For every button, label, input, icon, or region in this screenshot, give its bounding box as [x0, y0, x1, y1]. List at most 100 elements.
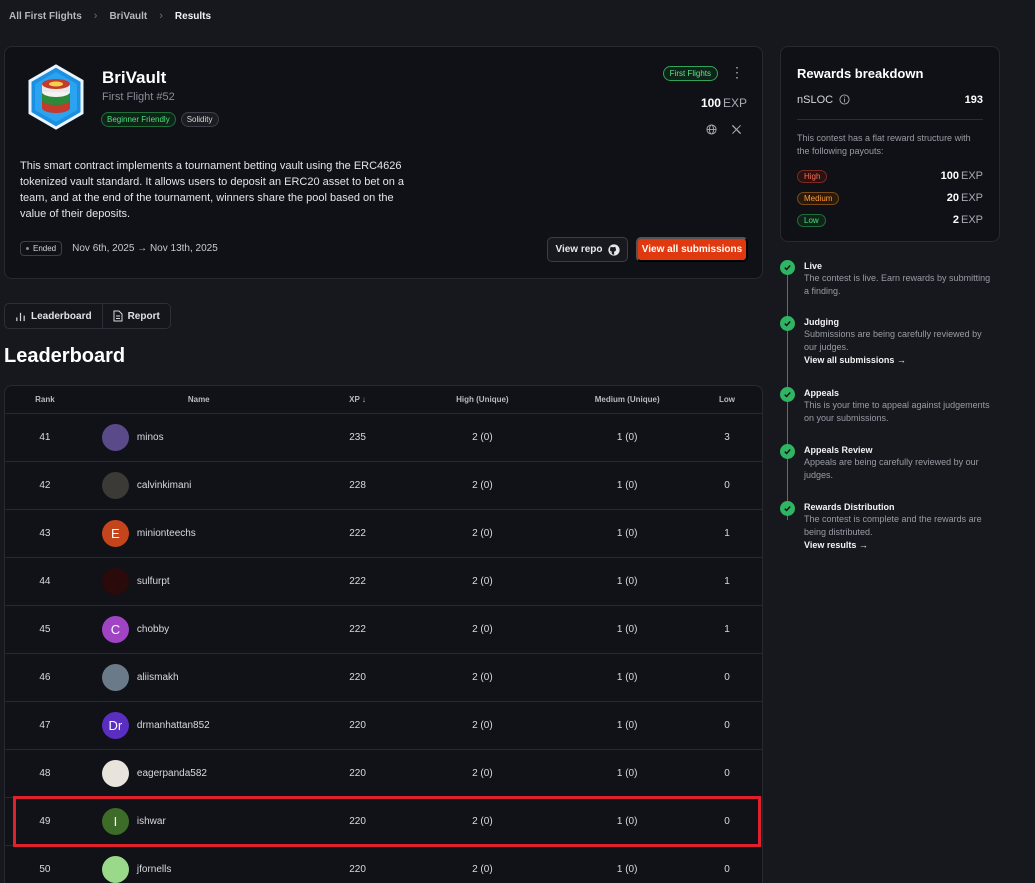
avatar[interactable]	[101, 568, 129, 595]
medium-cell: 1 (0)	[616, 864, 638, 875]
col-low[interactable]: Low	[692, 395, 762, 404]
avatar[interactable]: Dr	[101, 712, 129, 739]
view-results-link[interactable]: View results →	[804, 540, 996, 550]
medium-cell: 1 (0)	[616, 528, 638, 539]
avatar[interactable]: I	[101, 808, 129, 835]
contest-status: Ended Nov 6th, 2025 → Nov 13th, 2025	[20, 241, 218, 256]
payouts-list: High 100 EXP Medium 20 EXP Low 2 EXP	[797, 165, 983, 231]
rewards-text: This contest has a flat reward structure…	[797, 133, 971, 156]
name-cell: jfornells	[85, 856, 313, 883]
xp-cell: 235	[349, 432, 366, 443]
username-link[interactable]: eagerpanda582	[137, 768, 207, 779]
col-rank[interactable]: Rank	[5, 395, 85, 404]
payout-high-value: 100	[940, 170, 959, 182]
tab-report[interactable]: Report	[101, 304, 170, 328]
avatar[interactable]	[101, 760, 129, 787]
low-cell: 0	[724, 720, 730, 731]
tag-solidity: Solidity	[180, 112, 219, 127]
username-link[interactable]: calvinkimani	[137, 480, 191, 491]
rank-cell: 50	[39, 864, 51, 875]
xp-cell: 220	[349, 816, 366, 827]
avatar[interactable]	[101, 856, 129, 883]
medium-cell: 1 (0)	[616, 624, 638, 635]
step-title: Judging	[804, 317, 839, 327]
leaderboard-heading: Leaderboard	[4, 345, 126, 367]
low-cell: 0	[724, 480, 730, 491]
name-cell: calvinkimani	[85, 472, 313, 499]
check-icon	[780, 316, 795, 331]
breadcrumb-brivault[interactable]: BriVault	[109, 11, 147, 22]
payout-low: Low 2 EXP	[797, 209, 983, 231]
breadcrumb: All First Flights › BriVault › Results	[9, 10, 211, 22]
nsloc-label: nSLOC	[797, 94, 834, 106]
high-cell: 2 (0)	[472, 528, 493, 539]
high-cell: 2 (0)	[472, 720, 493, 731]
document-icon	[113, 310, 123, 322]
more-options-icon[interactable]: ⋮	[730, 65, 744, 80]
tab-report-label: Report	[127, 310, 160, 322]
name-cell: Iishwar	[85, 808, 313, 835]
low-cell: 0	[724, 672, 730, 683]
avatar[interactable]	[101, 664, 129, 691]
col-high[interactable]: High (Unique)	[402, 395, 562, 404]
contest-card: BriVault First Flight #52 Beginner Frien…	[4, 46, 763, 279]
high-cell: 2 (0)	[472, 864, 493, 875]
low-cell: 1	[724, 528, 730, 539]
table-row[interactable]: 43 Eminionteechs 222 2 (0) 1 (0) 1	[5, 510, 762, 558]
exp-value: 100	[700, 96, 721, 110]
username-link[interactable]: chobby	[137, 624, 169, 635]
table-row[interactable]: 45 Cchobby 222 2 (0) 1 (0) 1	[5, 606, 762, 654]
view-all-submissions-button[interactable]: View all submissions	[636, 237, 748, 262]
table-row[interactable]: 42 calvinkimani 228 2 (0) 1 (0) 0	[5, 462, 762, 510]
nsloc-label-group: nSLOC	[797, 94, 850, 106]
medium-cell: 1 (0)	[616, 720, 638, 731]
rank-cell: 49	[39, 816, 51, 827]
username-link[interactable]: ishwar	[137, 816, 166, 827]
xp-cell: 220	[349, 768, 366, 779]
table-row[interactable]: 47 Dr drmanhattan852 220 2 (0) 1 (0) 0	[5, 702, 762, 750]
info-icon[interactable]	[839, 94, 850, 105]
col-xp[interactable]: XP ↓	[313, 395, 403, 404]
payout-high-unit: EXP	[960, 170, 983, 182]
avatar-initial: I	[113, 814, 118, 829]
view-tabs: Leaderboard Report	[4, 303, 171, 329]
xp-cell: 220	[349, 864, 366, 875]
table-header: Rank Name XP ↓ High (Unique) Medium (Uni…	[5, 386, 762, 414]
contest-subtitle: First Flight #52	[102, 91, 175, 103]
username-link[interactable]: jfornells	[137, 864, 171, 875]
table-row[interactable]: 48 eagerpanda582 220 2 (0) 1 (0) 0	[5, 750, 762, 798]
avatar[interactable]	[101, 424, 129, 451]
table-row[interactable]: 41 minos 235 2 (0) 1 (0) 3	[5, 414, 762, 462]
col-medium[interactable]: Medium (Unique)	[562, 395, 692, 404]
x-twitter-icon[interactable]	[731, 124, 742, 135]
breadcrumb-all-first-flights[interactable]: All First Flights	[9, 11, 82, 22]
contest-description: This smart contract implements a tournam…	[20, 160, 405, 220]
table-row[interactable]: 49 Iishwar 220 2 (0) 1 (0) 0	[5, 798, 762, 846]
step-desc: The contest is live. Earn rewards by sub…	[804, 273, 991, 296]
high-cell: 2 (0)	[472, 480, 493, 491]
username-link[interactable]: drmanhattan852	[137, 720, 210, 731]
nsloc-value: 193	[964, 94, 983, 106]
tab-leaderboard[interactable]: Leaderboard	[5, 304, 102, 328]
rank-cell: 47	[39, 720, 51, 731]
medium-cell: 1 (0)	[616, 672, 638, 683]
username-link[interactable]: minionteechs	[137, 528, 196, 539]
username-link[interactable]: minos	[137, 432, 164, 443]
username-link[interactable]: sulfurpt	[137, 576, 170, 587]
low-cell: 1	[724, 576, 730, 587]
table-row[interactable]: 46 aliismakh 220 2 (0) 1 (0) 0	[5, 654, 762, 702]
col-name[interactable]: Name	[85, 395, 313, 404]
contest-logo	[27, 64, 85, 130]
table-row[interactable]: 44 sulfurpt 222 2 (0) 1 (0) 1	[5, 558, 762, 606]
view-all-submissions-link[interactable]: View all submissions →	[804, 355, 996, 365]
view-repo-button[interactable]: View repo	[547, 237, 628, 262]
high-cell: 2 (0)	[472, 576, 493, 587]
step-desc: Appeals are being carefully reviewed by …	[804, 457, 979, 480]
avatar[interactable]: E	[101, 520, 129, 547]
avatar[interactable]: C	[101, 616, 129, 643]
table-row[interactable]: 50 jfornells 220 2 (0) 1 (0) 0	[5, 846, 762, 883]
globe-icon[interactable]	[706, 124, 717, 135]
username-link[interactable]: aliismakh	[137, 672, 179, 683]
status-badge: Ended	[20, 241, 63, 256]
avatar[interactable]	[101, 472, 129, 499]
